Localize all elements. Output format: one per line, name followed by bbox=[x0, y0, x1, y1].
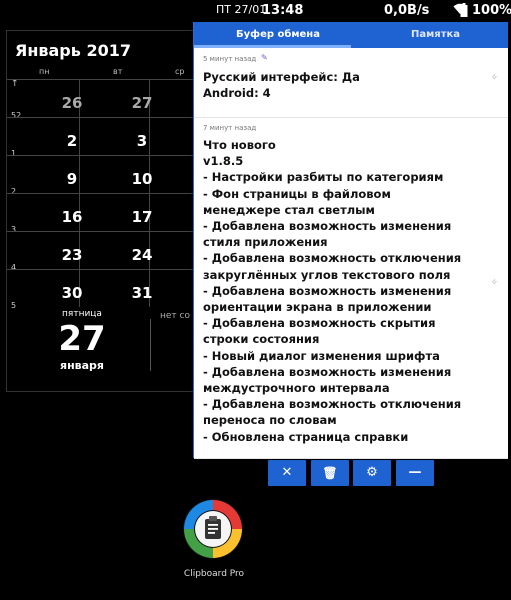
delete-button[interactable]: 🗑 bbox=[311, 460, 349, 486]
tab-indicator bbox=[194, 45, 351, 48]
calendar-day[interactable]: 24 bbox=[131, 246, 153, 264]
today-block[interactable]: пятница 27 января bbox=[27, 309, 137, 372]
calendar-day[interactable]: 26 bbox=[61, 94, 83, 112]
calendar-day[interactable]: 2 bbox=[61, 132, 83, 150]
entry-text: Что нового v1.8.5 - Настройки разбиты по… bbox=[203, 138, 462, 444]
today-month: января bbox=[60, 359, 104, 372]
clipboard-pro-logo-icon[interactable] bbox=[182, 498, 244, 560]
dow-label: ср bbox=[175, 67, 185, 76]
clipboard-list[interactable]: 5 минут назад ✎ Русский интерфейс: Да An… bbox=[194, 49, 508, 459]
close-icon: ✕ bbox=[281, 465, 293, 480]
calendar-day[interactable]: 17 bbox=[131, 208, 153, 226]
calendar-widget[interactable]: Январь 2017 пн вт ср ↑ 52 26 27 1 2 3 2 … bbox=[6, 30, 193, 392]
today-day: 27 bbox=[58, 319, 106, 359]
today-weekday: пятница bbox=[62, 309, 102, 319]
clipboard-panel: Буфер обмена Памятка 5 минут назад ✎ Рус… bbox=[193, 22, 508, 459]
trash-icon: 🗑 bbox=[322, 466, 338, 480]
close-button[interactable]: ✕ bbox=[268, 460, 306, 486]
entry-time: 5 минут назад bbox=[203, 55, 257, 63]
no-events-label: нет со bbox=[160, 311, 190, 321]
calendar-day[interactable]: 10 bbox=[131, 170, 153, 188]
status-date: ПТ 27/01 bbox=[216, 3, 267, 16]
status-bar: ПТ 27/01 13:48 0,0B/s 100% bbox=[0, 0, 511, 22]
calendar-day[interactable]: 27 bbox=[131, 94, 153, 112]
entry-time: 7 минут назад bbox=[203, 124, 257, 132]
clipboard-entry[interactable]: 7 минут назад Что нового v1.8.5 - Настро… bbox=[194, 118, 508, 459]
battery-percent: 100% bbox=[472, 3, 511, 18]
calendar-day[interactable]: 16 bbox=[61, 208, 83, 226]
week-number: 5 bbox=[11, 301, 17, 310]
tab-bar: Буфер обмена Памятка bbox=[194, 22, 508, 48]
calendar-day[interactable]: 30 bbox=[61, 284, 83, 302]
entry-text: Русский интерфейс: Да Android: 4 bbox=[203, 70, 360, 101]
tab-clipboard[interactable]: Буфер обмена bbox=[236, 29, 320, 40]
settings-button[interactable]: ⚙ bbox=[353, 460, 391, 486]
edit-icon: ✎ bbox=[261, 53, 268, 62]
dow-label: пн bbox=[39, 67, 50, 76]
network-speed: 0,0B/s bbox=[384, 3, 430, 18]
clipboard-entry[interactable]: 5 минут назад ✎ Русский интерфейс: Да An… bbox=[194, 49, 508, 118]
minimize-button[interactable]: — bbox=[396, 460, 434, 486]
calendar-week-row: 5 30 31 bbox=[7, 269, 193, 314]
calendar-day[interactable]: 23 bbox=[61, 246, 83, 264]
app-name-label: Clipboard Pro bbox=[183, 569, 245, 579]
gear-icon: ⚙ bbox=[366, 465, 378, 480]
pin-icon[interactable]: ✧ bbox=[490, 278, 498, 288]
battery-icon bbox=[460, 3, 468, 21]
dow-label: вт bbox=[113, 67, 123, 76]
calendar-month-title: Январь 2017 bbox=[15, 41, 131, 60]
status-time: 13:48 bbox=[262, 3, 304, 18]
tab-notes[interactable]: Памятка bbox=[411, 29, 460, 40]
minimize-icon: — bbox=[408, 465, 422, 480]
calendar-day[interactable]: 3 bbox=[131, 132, 153, 150]
divider bbox=[150, 319, 151, 371]
calendar-day[interactable]: 9 bbox=[61, 170, 83, 188]
calendar-day[interactable]: 31 bbox=[131, 284, 153, 302]
pin-icon[interactable]: ✧ bbox=[490, 73, 498, 83]
